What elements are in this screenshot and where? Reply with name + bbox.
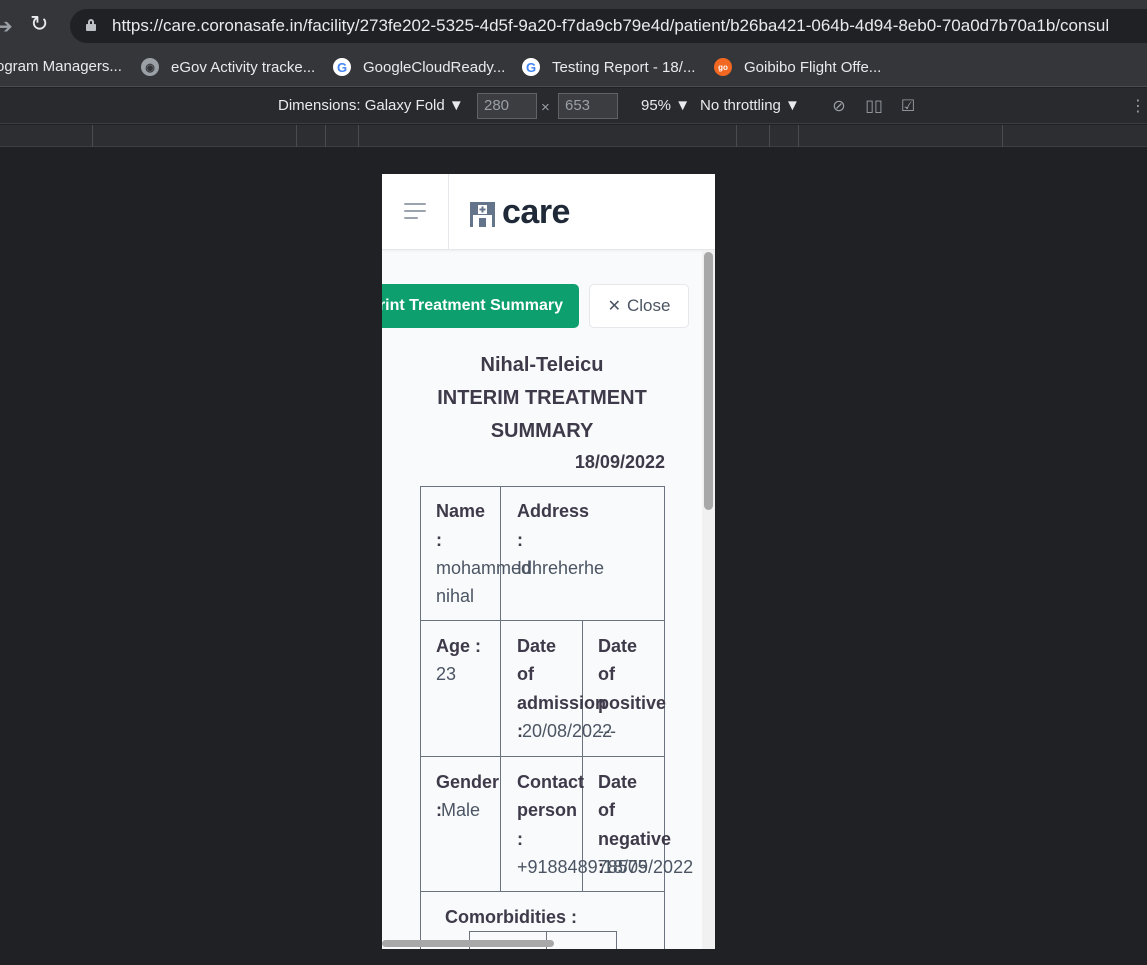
lock-icon[interactable] (86, 19, 96, 31)
dual-screen-icon[interactable]: ▯▯ (864, 96, 884, 116)
positive-label-word: positive (598, 693, 667, 713)
close-label: Close (626, 296, 671, 315)
address-bar[interactable]: https://care.coronasafe.in/facility/273f… (70, 9, 1147, 43)
bookmark-label: ogram Managers... (0, 58, 122, 75)
name-label: Name (436, 501, 486, 521)
positive-value: --- (598, 721, 616, 741)
close-button[interactable]: ✕ Close (589, 284, 689, 328)
negative-label-word: negative (598, 829, 672, 849)
menu-line (404, 210, 426, 212)
name-value-line2: nihal (436, 586, 475, 606)
horizontal-scrollbar[interactable] (382, 938, 702, 949)
bookmark-googlecloudready[interactable]: G GoogleCloudReady... (333, 58, 505, 76)
bookmark-program-managers[interactable]: ogram Managers... (0, 58, 122, 75)
media-query-segment[interactable] (325, 125, 326, 147)
url-text[interactable]: https://care.coronasafe.in/facility/273f… (112, 16, 1109, 36)
hamburger-menu-button[interactable] (382, 174, 449, 250)
contact-label: Contact (517, 772, 584, 792)
throttling-dropdown[interactable]: No throttling ▼ (700, 97, 800, 114)
comorbidities-label: Comorbidities : (445, 907, 578, 927)
name-label-colon: : (436, 530, 442, 550)
menu-line (404, 203, 426, 205)
media-query-segment[interactable] (736, 125, 737, 147)
times-sign: × (541, 99, 550, 116)
media-query-bar (0, 125, 1147, 147)
hospital-icon (470, 202, 495, 227)
admission-label: Date (517, 636, 557, 656)
close-icon: ✕ (607, 298, 621, 315)
logo-text: care (502, 193, 570, 231)
positive-label-of: of (598, 664, 615, 684)
facility-name: Nihal-Teleicu (480, 354, 604, 376)
media-query-segment[interactable] (1002, 125, 1003, 147)
globe-icon: ◉ (141, 58, 159, 76)
bookmark-label: Testing Report - 18/... (552, 58, 696, 76)
address-label: Address (517, 501, 590, 521)
device-toolbar: Dimensions: Galaxy Fold ▼ 280 × 653 95% … (0, 88, 1147, 124)
contact-label-colon: : (517, 829, 523, 849)
sensors-icon[interactable]: ☑ (898, 96, 918, 116)
more-options-icon[interactable]: ⋮ (1128, 96, 1147, 116)
positive-label: Date (598, 636, 638, 656)
bookmark-egov[interactable]: ◉ eGov Activity tracke... (141, 58, 315, 76)
dimensions-label: Dimensions: Galaxy Fold (278, 97, 445, 114)
bookmark-testing-report[interactable]: G Testing Report - 18/... (522, 58, 695, 76)
age-value: 23 (436, 664, 457, 684)
device-viewport: care Print Treatment Summary ✕ Close Niha… (382, 174, 715, 949)
google-icon: G (522, 58, 540, 76)
vertical-scrollbar[interactable] (702, 250, 715, 949)
media-query-segment[interactable] (296, 125, 297, 147)
summary-title-line2: SUMMARY (490, 420, 594, 442)
summary-date: 18/09/2022 (574, 452, 665, 472)
throttling-label: No throttling (700, 97, 781, 114)
media-query-segment[interactable] (769, 125, 770, 147)
media-query-segment[interactable] (358, 125, 359, 147)
negative-label-of: of (598, 800, 615, 820)
goibibo-icon: go (714, 58, 732, 76)
google-icon: G (333, 58, 351, 76)
height-input[interactable]: 653 (558, 93, 618, 119)
gender-value: Male (441, 800, 481, 820)
rotate-icon[interactable]: ⊘ (829, 96, 849, 116)
bookmark-goibibo[interactable]: go Goibibo Flight Offe... (714, 58, 881, 76)
media-query-segment[interactable] (92, 125, 93, 147)
address-value: Idhreherhe (517, 558, 605, 578)
admission-label-of: of (517, 664, 534, 684)
menu-line (404, 217, 418, 219)
negative-value: 18/09/2022 (603, 857, 694, 877)
app-header: care (382, 174, 715, 250)
contact-label-person: person (517, 800, 578, 820)
dimensions-dropdown[interactable]: Dimensions: Galaxy Fold ▼ (278, 97, 464, 114)
scrollbar-thumb[interactable] (382, 940, 554, 947)
browser-toolbar: ➔ ↻ https://care.coronasafe.in/facility/… (0, 0, 1147, 50)
summary-title-line1: INTERIM TREATMENT (437, 387, 647, 409)
admission-label-word: admission (517, 693, 607, 713)
bookmark-label: GoogleCloudReady... (363, 58, 506, 76)
zoom-label: 95% (641, 97, 672, 114)
bookmark-label: eGov Activity tracke... (171, 58, 316, 76)
scrollbar-thumb[interactable] (704, 252, 713, 510)
negative-label: Date (598, 772, 638, 792)
care-logo[interactable]: care (470, 193, 570, 232)
zoom-dropdown[interactable]: 95% ▼ (641, 97, 690, 114)
gender-label: Gender (436, 772, 500, 792)
media-query-segment[interactable] (798, 125, 799, 147)
width-input[interactable]: 280 (477, 93, 537, 119)
forward-icon[interactable]: ➔ (0, 14, 13, 38)
address-label-colon: : (517, 530, 523, 550)
bookmark-label: Goibibo Flight Offe... (744, 58, 882, 76)
age-label: Age : (436, 636, 481, 656)
print-treatment-summary-button[interactable]: Print Treatment Summary (382, 284, 579, 328)
bookmarks-bar: ogram Managers... ◉ eGov Activity tracke… (0, 50, 1147, 87)
reload-icon[interactable]: ↻ (30, 12, 48, 37)
